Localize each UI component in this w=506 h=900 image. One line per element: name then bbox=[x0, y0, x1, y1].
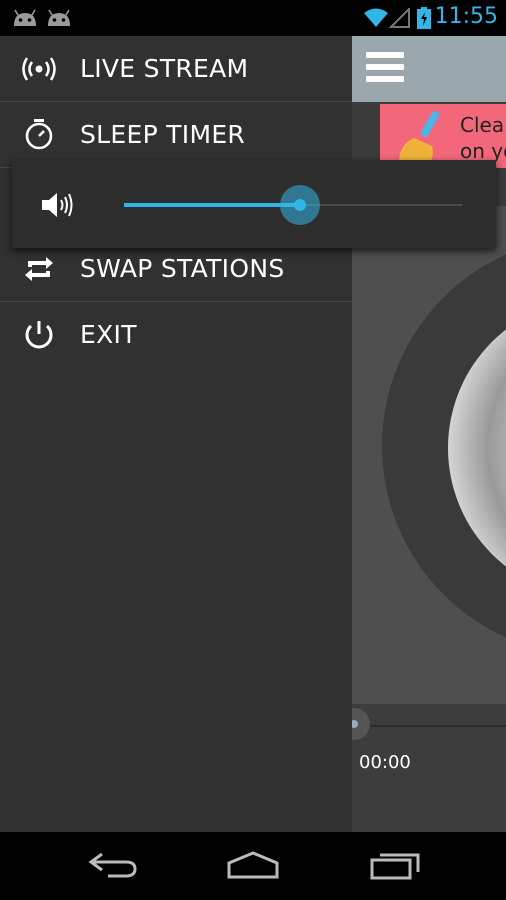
volume-thumb[interactable] bbox=[279, 185, 320, 225]
back-icon[interactable] bbox=[88, 850, 138, 880]
clock: 11:55 bbox=[434, 4, 498, 29]
power-icon bbox=[25, 321, 53, 349]
battery-icon bbox=[417, 7, 431, 29]
drawer-item-live-stream[interactable]: LIVE STREAM bbox=[0, 36, 352, 102]
status-bar: 11:55 bbox=[0, 0, 506, 36]
recents-icon[interactable] bbox=[370, 850, 422, 880]
volume-fill bbox=[124, 203, 300, 207]
stopwatch-icon bbox=[25, 119, 53, 150]
ad-text: Clea on yo bbox=[460, 112, 506, 164]
seek-bar[interactable] bbox=[352, 725, 506, 727]
wifi-icon bbox=[364, 8, 388, 27]
drawer-item-exit[interactable]: EXIT bbox=[0, 302, 352, 368]
swap-icon bbox=[25, 257, 53, 281]
app-bar bbox=[352, 36, 506, 102]
hamburger-icon[interactable] bbox=[366, 52, 404, 86]
broadcast-icon bbox=[22, 57, 56, 81]
drawer-item-sleep-timer[interactable]: SLEEP TIMER bbox=[0, 102, 352, 168]
navigation-drawer: LIVE STREAM SLEEP TIMER SWAP STATIONS EX… bbox=[0, 36, 352, 832]
speaker-icon bbox=[42, 193, 73, 217]
ad-text-line1: Clea bbox=[460, 113, 505, 137]
volume-popup bbox=[12, 160, 496, 248]
android-notification-icon bbox=[14, 9, 36, 26]
android-notification-icon bbox=[48, 9, 70, 26]
signal-icon bbox=[389, 8, 410, 28]
elapsed-time: 00:00 bbox=[359, 752, 411, 773]
home-icon[interactable] bbox=[226, 850, 280, 880]
main-content: Clea on yo 00:00 bbox=[352, 36, 506, 832]
drawer-item-label: SWAP STATIONS bbox=[80, 254, 285, 283]
drawer-item-label: LIVE STREAM bbox=[80, 54, 249, 83]
drawer-item-label: EXIT bbox=[80, 320, 137, 349]
navigation-bar bbox=[0, 832, 506, 900]
drawer-item-label: SLEEP TIMER bbox=[80, 120, 246, 149]
